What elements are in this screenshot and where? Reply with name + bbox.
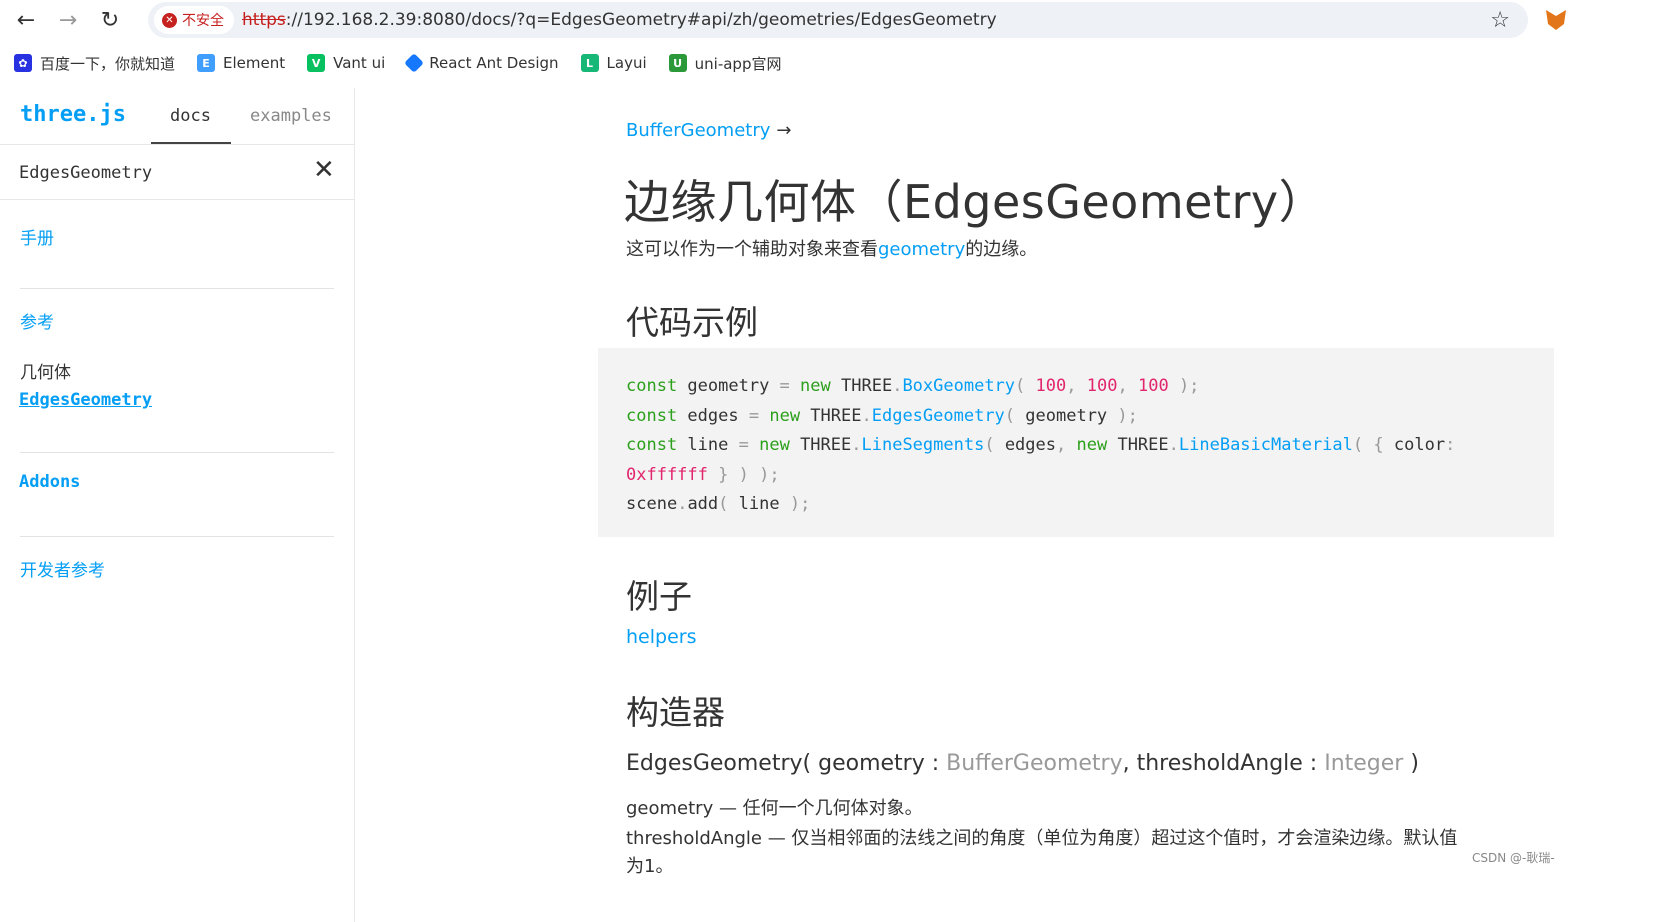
bookmark-label: Element (223, 54, 286, 72)
param-threshold-desc-cont: 为1。 (626, 856, 674, 877)
docs-content: BufferGeometry → 边缘几何体（EdgesGeometry） 这可以… (356, 88, 1657, 922)
security-label: 不安全 (182, 13, 224, 29)
ctor-name: EdgesGeometry( geometry : (626, 751, 947, 776)
nav-section-developer[interactable]: 开发者参考 (20, 556, 105, 581)
bookmarks-bar: ✿ 百度一下，你就知道 E Element V Vant ui React Ant D… (0, 46, 1657, 80)
param-threshold-desc: thresholdAngle — 仅当相邻面的法线之间的角度（单位为角度）超过这… (626, 828, 1458, 849)
geometry-link[interactable]: geometry (878, 239, 965, 260)
type-link-buffergeometry[interactable]: BufferGeometry (946, 751, 1122, 776)
code-block: const geometry = new THREE.BoxGeometry( … (598, 348, 1554, 537)
heading-constructor: 构造器 (626, 693, 725, 732)
tab-examples[interactable]: examples (250, 106, 332, 126)
bookmark-label: Vant ui (333, 54, 386, 72)
divider (20, 288, 334, 289)
heading-examples: 例子 (626, 577, 692, 616)
security-chip[interactable]: ✕ 不安全 (154, 6, 234, 34)
bookmark-label: 百度一下，你就知道 (40, 54, 176, 73)
docs-sidebar: three.js docs examples EdgesGeometry ✕ 手… (0, 88, 355, 922)
desc-text: 这可以作为一个辅助对象来查看 (626, 239, 878, 260)
csdn-watermark: CSDN @-耿瑞- (1472, 851, 1555, 865)
address-bar[interactable]: ✕ 不安全 https://192.168.2.39:8080/docs/?q=… (148, 2, 1528, 38)
arrow-right-icon: → (776, 120, 792, 141)
vant-icon: V (307, 54, 326, 72)
uni-app-icon: U (668, 54, 687, 72)
forward-arrow-icon[interactable]: → (54, 6, 82, 34)
example-helpers-link[interactable]: helpers (626, 626, 696, 648)
layui-icon: L (580, 54, 599, 72)
url-text[interactable]: https://192.168.2.39:8080/docs/?q=EdgesG… (242, 10, 997, 30)
bookmark-label: React Ant Design (429, 54, 559, 72)
page-title: 边缘几何体（EdgesGeometry） (624, 175, 1326, 229)
bookmark-star-icon[interactable]: ☆ (1490, 8, 1510, 33)
page-description: 这可以作为一个辅助对象来查看geometry的边缘。 (626, 235, 1037, 261)
bookmark-ant-design[interactable]: React Ant Design (404, 53, 559, 73)
element-icon: E (197, 54, 216, 72)
type-link-integer[interactable]: Integer (1324, 751, 1403, 776)
param-geometry-desc: geometry — 任何一个几何体对象。 (626, 798, 923, 819)
browser-toolbar: ← → ↻ ✕ 不安全 https://192.168.2.39:8080/do… (0, 0, 1657, 40)
ctor-end: ) (1403, 751, 1419, 776)
nav-section-reference[interactable]: 参考 (20, 308, 54, 333)
baidu-icon: ✿ (14, 54, 32, 72)
divider (20, 536, 334, 537)
parent-class-link[interactable]: BufferGeometry → (626, 120, 791, 141)
bookmark-uni-app[interactable]: Uuni-app官网 (668, 53, 782, 74)
metamask-icon[interactable] (1546, 10, 1566, 30)
bookmark-element[interactable]: E Element (197, 54, 285, 72)
ctor-param: , thresholdAngle : (1122, 751, 1325, 776)
nav-link-edgesgeometry[interactable]: EdgesGeometry (19, 390, 152, 410)
bookmark-label: Layui (606, 54, 647, 72)
url-path: ://192.168.2.39:8080/docs/?q=EdgesGeomet… (285, 10, 997, 30)
tab-docs[interactable]: docs (170, 106, 211, 126)
nav-section-addons[interactable]: Addons (19, 472, 80, 492)
bookmark-label: uni-app官网 (694, 54, 782, 73)
url-scheme: https (242, 10, 286, 30)
nav-group-geometries: 几何体 (20, 363, 71, 383)
warning-icon: ✕ (162, 12, 177, 28)
constructor-signature: EdgesGeometry( geometry : BufferGeometry… (626, 751, 1419, 776)
search-field[interactable]: EdgesGeometry ✕ (0, 144, 354, 200)
heading-code-example: 代码示例 (626, 303, 758, 342)
bookmark-layui[interactable]: L Layui (580, 54, 647, 72)
ant-design-icon (404, 53, 425, 73)
bookmark-baidu[interactable]: ✿ 百度一下，你就知道 (14, 53, 175, 74)
reload-icon[interactable]: ↻ (96, 6, 124, 34)
bookmark-vant[interactable]: V Vant ui (307, 54, 385, 72)
search-input[interactable]: EdgesGeometry (19, 163, 152, 183)
clear-search-close-icon[interactable]: ✕ (313, 157, 335, 183)
parent-class-label: BufferGeometry (626, 120, 771, 141)
brand-logo[interactable]: three.js (20, 102, 126, 127)
code-text: const geometry = new THREE.BoxGeometry( … (626, 376, 1456, 514)
divider (20, 452, 334, 453)
back-arrow-icon[interactable]: ← (12, 6, 40, 34)
nav-section-manual[interactable]: 手册 (20, 224, 54, 249)
desc-text: 的边缘。 (965, 239, 1038, 260)
